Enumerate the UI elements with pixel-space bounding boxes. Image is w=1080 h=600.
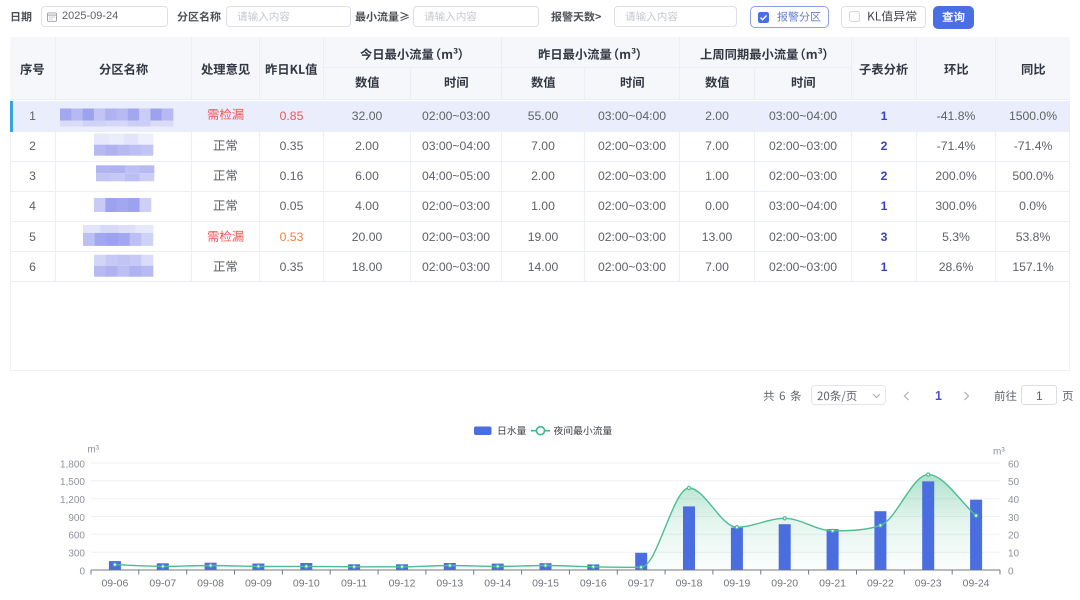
svg-text:09-19: 09-19: [723, 578, 750, 590]
svg-text:0: 0: [79, 566, 85, 577]
svg-text:09-20: 09-20: [771, 578, 798, 590]
svg-text:09-18: 09-18: [676, 578, 703, 590]
svg-text:600: 600: [68, 531, 85, 542]
svg-text:1,800: 1,800: [60, 459, 85, 470]
svg-text:50: 50: [1008, 477, 1020, 488]
svg-text:09-16: 09-16: [580, 578, 607, 590]
svg-text:40: 40: [1008, 495, 1020, 506]
svg-text:60: 60: [1008, 459, 1020, 470]
svg-text:900: 900: [68, 513, 85, 524]
svg-text:09-11: 09-11: [341, 578, 367, 590]
svg-text:m³: m³: [993, 447, 1005, 458]
svg-text:09-08: 09-08: [197, 578, 224, 590]
svg-text:09-12: 09-12: [389, 578, 416, 590]
svg-text:09-14: 09-14: [484, 578, 511, 590]
svg-text:09-23: 09-23: [915, 578, 942, 590]
svg-text:09-09: 09-09: [245, 578, 272, 590]
svg-text:09-21: 09-21: [819, 578, 846, 590]
svg-text:09-10: 09-10: [293, 578, 320, 590]
svg-text:30: 30: [1008, 513, 1020, 524]
svg-text:0: 0: [1008, 566, 1014, 577]
svg-text:09-07: 09-07: [149, 578, 176, 590]
svg-text:300: 300: [68, 549, 85, 560]
svg-text:09-17: 09-17: [628, 578, 655, 590]
svg-text:1,200: 1,200: [60, 495, 85, 506]
svg-text:09-06: 09-06: [101, 578, 128, 590]
svg-text:20: 20: [1008, 531, 1020, 542]
svg-text:09-24: 09-24: [963, 578, 990, 590]
svg-text:09-22: 09-22: [867, 578, 894, 590]
svg-text:10: 10: [1008, 549, 1020, 560]
svg-text:09-15: 09-15: [532, 578, 559, 590]
svg-text:09-13: 09-13: [436, 578, 463, 590]
svg-text:m³: m³: [87, 445, 99, 456]
svg-text:1,500: 1,500: [60, 477, 85, 488]
